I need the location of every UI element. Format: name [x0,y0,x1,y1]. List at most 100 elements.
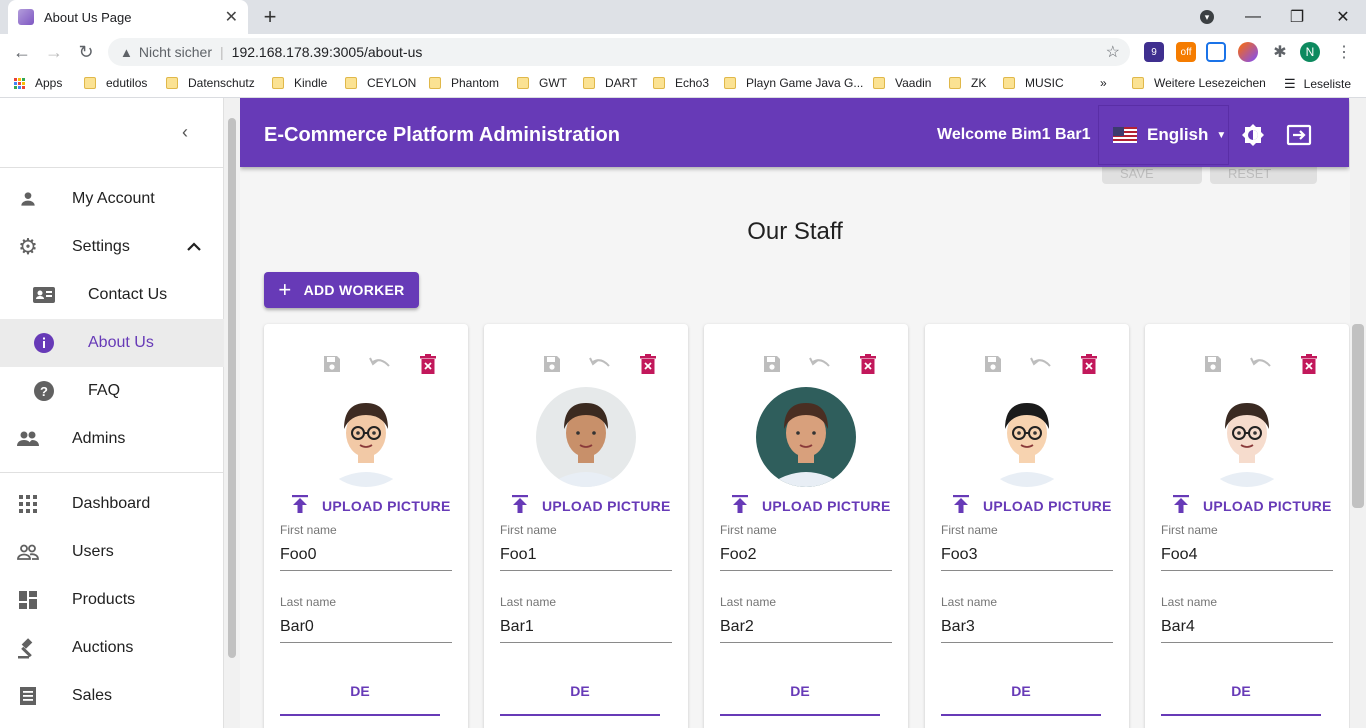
other-bookmarks-folder[interactable]: Weitere Lesezeichen [1132,76,1266,90]
chevron-up-icon[interactable] [182,235,206,259]
help-icon: ? [32,379,56,403]
language-tab-de[interactable]: DE [280,676,440,716]
undo-icon[interactable] [808,352,832,376]
bookmark-folder[interactable]: Playn Game Java G... [724,76,863,90]
theme-toggle-icon[interactable] [1240,122,1266,148]
folder-icon [272,77,284,89]
language-select[interactable]: English ▼ [1098,105,1229,165]
first-name-field[interactable]: Foo1 [500,546,672,571]
tab-search-icon[interactable]: ▾ [1184,0,1230,34]
close-window-button[interactable]: ✕ [1320,0,1366,34]
first-name-field[interactable]: Foo2 [720,546,892,571]
save-icon[interactable] [760,352,784,376]
bookmark-folder[interactable]: DART [583,76,637,90]
maximize-button[interactable]: ❐ [1274,0,1320,34]
browser-extension-icon[interactable] [1238,42,1258,62]
add-worker-button[interactable]: + ADD WORKER [264,272,419,308]
bookmark-folder[interactable]: MUSIC [1003,76,1064,90]
upload-picture-button[interactable]: UPLOAD PICTURE [953,494,1113,518]
reload-icon[interactable]: ↻ [70,42,102,63]
reading-list-button[interactable]: ☰ Leseliste [1284,76,1351,92]
screen-capture-icon[interactable] [1206,42,1226,62]
delete-icon[interactable] [1297,352,1321,376]
first-name-field[interactable]: Foo0 [280,546,452,571]
bookmark-folder[interactable]: Phantom [429,76,499,90]
first-name-field[interactable]: Foo3 [941,546,1113,571]
sidebar-item-sales[interactable]: Sales [0,672,224,720]
last-name-field[interactable]: Bar3 [941,618,1113,643]
sidebar-item-my-account[interactable]: My Account [0,175,224,223]
bookmark-folder[interactable]: Datenschutz [166,76,255,90]
extension-badge-icon[interactable]: 9 [1144,42,1164,62]
sidebar-item-products[interactable]: Products [0,576,224,624]
delete-icon[interactable] [856,352,880,376]
browser-menu-icon[interactable]: ⋮ [1334,42,1354,62]
main-scrollbar[interactable] [1350,98,1366,728]
bookmark-star-icon[interactable]: ☆ [1106,42,1120,62]
last-name-field[interactable]: Bar1 [500,618,672,643]
sidebar-item-about-us[interactable]: About Us [0,319,224,367]
browser-tab[interactable]: About Us Page ✕ [8,0,248,34]
main-scrollbar-thumb[interactable] [1352,324,1364,508]
sidebar-scrollbar[interactable] [224,98,240,728]
language-tab-de[interactable]: DE [941,676,1101,716]
upload-picture-button[interactable]: UPLOAD PICTURE [512,494,672,518]
bookmark-folder[interactable]: ZK [949,76,986,90]
address-bar[interactable]: ▲ Nicht sicher | 192.168.178.39:3005/abo… [108,38,1130,66]
save-icon[interactable] [540,352,564,376]
save-icon[interactable] [1201,352,1225,376]
bookmark-folder[interactable]: Echo3 [653,76,709,90]
last-name-field[interactable]: Bar0 [280,618,452,643]
save-icon[interactable] [320,352,344,376]
upload-picture-button[interactable]: UPLOAD PICTURE [292,494,452,518]
sidebar-item-contact-us[interactable]: Contact Us [0,271,224,319]
sidebar-scrollbar-thumb[interactable] [228,118,236,658]
bookmark-apps[interactable]: Apps [14,76,62,90]
sidebar-item-auctions[interactable]: Auctions [0,624,224,672]
first-name-field[interactable]: Foo4 [1161,546,1333,571]
last-name-field[interactable]: Bar2 [720,618,892,643]
undo-icon[interactable] [1029,352,1053,376]
bookmark-folder[interactable]: GWT [517,76,567,90]
upload-picture-button[interactable]: UPLOAD PICTURE [1173,494,1333,518]
last-name-field[interactable]: Bar4 [1161,618,1333,643]
new-tab-button[interactable]: + [258,4,282,30]
logout-icon[interactable] [1286,122,1312,148]
forward-arrow-icon[interactable]: → [38,42,70,63]
extensions-puzzle-icon[interactable]: ✱ [1270,42,1290,62]
sidebar-item-settings[interactable]: ⚙ Settings [0,223,224,271]
url-text[interactable]: 192.168.178.39:3005/about-us [232,44,423,60]
worker-card-actions [320,352,440,376]
language-tab-de[interactable]: DE [720,676,880,716]
undo-icon[interactable] [588,352,612,376]
people-outline-icon [16,540,40,564]
collapse-chevron-icon[interactable]: ‹ [182,122,188,143]
language-tab-de[interactable]: DE [500,676,660,716]
undo-icon[interactable] [1249,352,1273,376]
coupon-extension-icon[interactable]: off [1176,42,1196,62]
delete-icon[interactable] [636,352,660,376]
sidebar-item-users[interactable]: Users [0,528,224,576]
language-tab-de[interactable]: DE [1161,676,1321,716]
upload-picture-button[interactable]: UPLOAD PICTURE [732,494,892,518]
browser-toolbar: ← → ↻ ▲ Nicht sicher | 192.168.178.39:30… [0,34,1366,70]
bookmark-folder[interactable]: edutilos [84,76,147,90]
sidebar-item-admins[interactable]: Admins [0,415,224,463]
bookmark-folder[interactable]: CEYLON [345,76,416,90]
bookmark-folder[interactable]: Kindle [272,76,327,90]
sidebar-item-faq[interactable]: ? FAQ [0,367,224,415]
upload-arrow-icon [292,494,308,518]
more-bookmarks-button[interactable]: » [1100,76,1107,90]
upload-arrow-icon [732,494,748,518]
minimize-button[interactable]: — [1230,0,1276,34]
delete-icon[interactable] [416,352,440,376]
profile-avatar[interactable]: N [1300,42,1320,62]
save-icon[interactable] [981,352,1005,376]
bookmark-folder[interactable]: Vaadin [873,76,931,90]
undo-icon[interactable] [368,352,392,376]
sidebar-item-dashboard[interactable]: Dashboard [0,480,224,528]
last-name-label: Last name [941,595,998,609]
back-arrow-icon[interactable]: ← [6,42,38,63]
tab-close-icon[interactable]: ✕ [225,7,238,27]
delete-icon[interactable] [1077,352,1101,376]
